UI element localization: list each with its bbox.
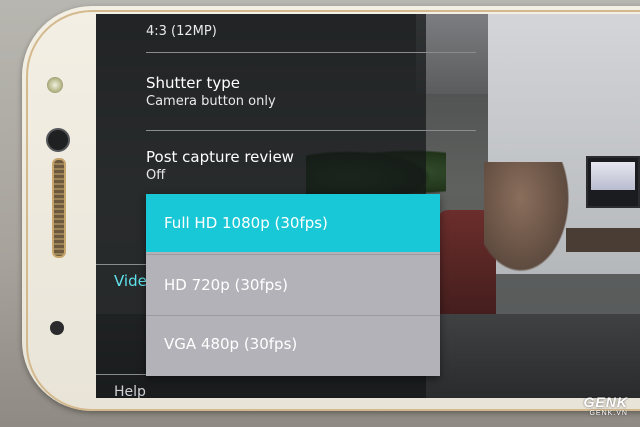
scene-monitor-screen	[591, 162, 635, 190]
scene-monitor	[586, 156, 640, 208]
watermark-logo: GENK	[583, 394, 628, 410]
option-vga-480p[interactable]: VGA 480p (30fps)	[146, 315, 440, 373]
setting-post-capture-review[interactable]: Post capture review Off	[146, 148, 294, 183]
setting-shutter-type[interactable]: Shutter type Camera button only	[146, 74, 276, 109]
shutter-type-title: Shutter type	[146, 74, 240, 92]
genk-watermark: GENK GENK.VN	[584, 394, 628, 417]
sensor-dot	[50, 321, 64, 335]
speaker-grille	[52, 158, 66, 258]
option-full-hd-1080p[interactable]: Full HD 1080p (30fps)	[146, 194, 440, 252]
help-label[interactable]: Help	[114, 384, 146, 398]
option-hd-720p[interactable]: HD 720p (30fps)	[146, 256, 440, 314]
front-camera	[46, 128, 70, 152]
setting-photo-resolution[interactable]: 4:3 (12MP)	[146, 22, 217, 39]
divider	[146, 130, 476, 131]
post-capture-title: Post capture review	[146, 148, 294, 166]
watermark-subtitle: GENK.VN	[589, 410, 628, 417]
divider	[146, 254, 440, 255]
phone-screen: 4:3 (12MP) Shutter type Camera button on…	[96, 14, 640, 398]
divider	[146, 52, 476, 53]
photo-resolution-value: 4:3 (12MP)	[146, 24, 217, 39]
video-resolution-dropdown: Full HD 1080p (30fps) HD 720p (30fps) VG…	[146, 194, 440, 376]
scene-desk	[566, 228, 640, 252]
shutter-type-value: Camera button only	[146, 94, 276, 109]
scene-person	[484, 162, 576, 282]
flash-sensor	[47, 77, 63, 93]
video-section-label[interactable]: Vide	[114, 272, 147, 290]
post-capture-value: Off	[146, 168, 166, 183]
